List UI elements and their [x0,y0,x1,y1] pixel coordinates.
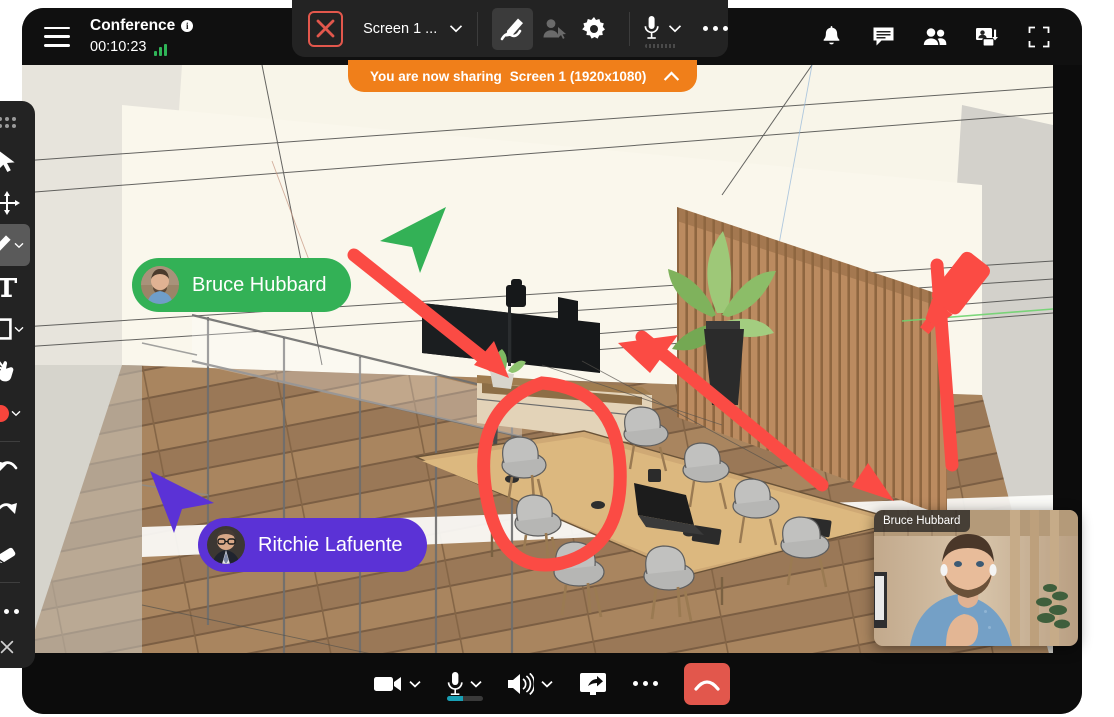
info-icon[interactable]: i [181,20,194,33]
move-arrows-icon [0,191,20,215]
stop-sharing-button[interactable] [308,10,344,47]
divider [628,11,630,46]
redo-arrow-icon [0,503,17,514]
chevron-down-icon [14,242,24,248]
undo-button[interactable] [0,449,30,491]
eraser-tool[interactable] [0,533,30,575]
speaker-button[interactable] [508,672,553,695]
avatar [141,266,179,304]
header-actions [818,24,1082,50]
meeting-timer: 00:10:23 [90,38,147,55]
notifications-button[interactable] [818,24,844,50]
color-picker[interactable] [0,392,30,434]
annotate-button[interactable] [492,7,534,50]
microphone-icon [644,16,659,39]
microphone-button[interactable] [447,671,483,701]
more-tools-button[interactable] [0,590,30,632]
chevron-down-icon [450,25,463,33]
mic-level-meter [447,695,483,701]
select-tool[interactable] [0,140,30,182]
hand-pointer-icon [0,361,13,382]
invite-button[interactable] [974,24,1000,50]
divider [477,11,479,46]
redo-button[interactable] [0,491,30,533]
sharing-target: Screen 1 (1920x1080) [509,68,647,84]
share-more-button[interactable] [703,26,728,31]
divider [0,441,20,442]
fullscreen-button[interactable] [1026,24,1052,50]
drag-handle-icon[interactable] [0,117,16,128]
camera-button[interactable] [374,674,421,694]
signal-strength-icon [154,43,167,56]
more-dots-icon [0,608,19,614]
screen-source-select[interactable]: Screen 1 ... [363,21,463,37]
close-icon [316,19,335,38]
eraser-icon [0,547,15,564]
mic-level-meter [644,44,677,48]
sharing-message: You are now sharing [370,68,502,84]
page-title: Conference [90,17,176,34]
hangup-button[interactable] [684,662,730,705]
more-dots-icon [633,681,658,686]
annotation-toolbar [0,101,35,668]
more-button[interactable] [633,681,658,686]
chat-button[interactable] [870,24,896,50]
color-swatch-icon [0,404,9,422]
participant-label-bruce[interactable]: Bruce Hubbard [132,258,351,312]
participant-name: Bruce Hubbard [192,273,327,296]
meeting-controls [22,653,1082,714]
meeting-info: Conference i 00:10:23 [90,17,194,56]
pen-annotate-icon [500,18,523,40]
divider [0,582,20,583]
close-annotation-toolbar[interactable] [0,632,30,662]
green-cursor [380,207,446,273]
text-tool[interactable] [0,266,30,308]
screenshot-root: Conference i 00:10:23 Bruce Hubbard Ritc… [0,0,1114,717]
move-tool[interactable] [0,182,30,224]
self-view-thumbnail[interactable]: Bruce Hubbard [874,510,1078,646]
share-screen-button[interactable] [579,672,607,696]
text-icon [0,277,17,297]
participants-button[interactable] [922,24,948,50]
give-remote-control-icon [543,18,566,39]
screen-share-toolbar: Screen 1 ... [292,0,728,57]
collapse-banner-button[interactable] [663,70,680,82]
square-icon [0,318,12,340]
hamburger-menu-icon[interactable] [44,26,70,47]
pen-icon [0,234,11,251]
chevron-up-icon [664,70,680,81]
gear-icon [582,16,606,39]
chevron-down-icon [11,410,21,416]
participant-label-ritchie[interactable]: Ritchie Lafuente [198,518,427,572]
phone-hangup-icon [694,679,720,691]
chevron-down-icon [668,25,681,33]
screen-source-label: Screen 1 ... [363,20,438,37]
share-settings-button[interactable] [574,8,615,50]
self-view-name: Bruce Hubbard [874,510,971,532]
participant-name: Ritchie Lafuente [258,533,403,556]
chevron-down-icon [409,680,421,688]
close-x-icon [0,640,13,654]
pen-tool[interactable] [0,224,30,266]
give-control-button[interactable] [533,8,574,50]
cursor-arrow-icon [0,151,15,172]
avatar [207,526,245,564]
chevron-down-icon [470,680,482,688]
chevron-down-icon [14,326,23,332]
share-microphone-button[interactable] [644,16,682,48]
undo-arrow-icon [0,461,17,471]
shape-tool[interactable] [0,308,30,350]
stamp-tool[interactable] [0,350,30,392]
chevron-down-icon [541,680,553,688]
sharing-status-banner: You are now sharing Screen 1 (1920x1080) [348,60,698,92]
